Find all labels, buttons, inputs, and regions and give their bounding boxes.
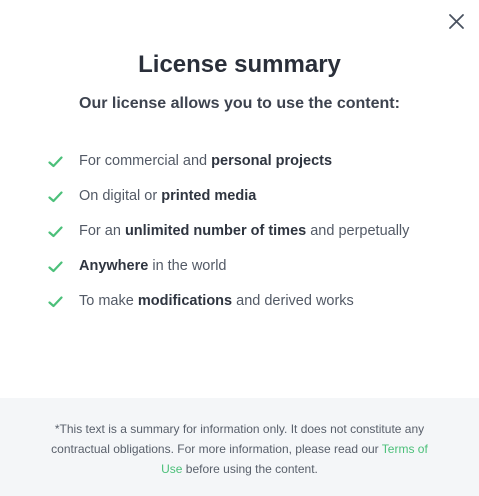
license-term-fragment: To make [79, 293, 138, 309]
license-term-emphasis: Anywhere [79, 258, 149, 274]
license-term-emphasis: printed media [161, 188, 257, 204]
license-term-emphasis: personal projects [211, 153, 333, 169]
license-term-item: To make modifications and derived works [48, 289, 458, 314]
license-term-text: Anywhere in the world [79, 254, 227, 279]
license-term-fragment: On digital or [79, 188, 162, 204]
license-term-item: Anywhere in the world [48, 254, 458, 279]
license-term-fragment: and perpetually [306, 223, 410, 239]
disclaimer-text: *This text is a summary for information … [51, 422, 425, 456]
close-button[interactable] [444, 10, 468, 34]
license-term-fragment: in the world [148, 258, 227, 274]
modal-title: License summary [138, 51, 341, 78]
disclaimer-text-end: before using the content. [182, 462, 318, 476]
license-term-fragment: For commercial and [79, 153, 212, 169]
checkmark-icon [48, 254, 66, 279]
license-terms-list: For commercial and personal projects On d… [48, 149, 458, 324]
disclaimer-footer: *This text is a summary for information … [0, 398, 479, 496]
license-term-item: For commercial and personal projects [48, 149, 458, 174]
license-term-item: On digital or printed media [48, 184, 458, 209]
license-term-emphasis: unlimited number of times [124, 223, 307, 239]
checkmark-icon [48, 184, 66, 209]
checkmark-icon [48, 289, 66, 314]
license-term-emphasis: modifications [137, 293, 233, 309]
license-term-item: For an unlimited number of times and per… [48, 219, 458, 244]
checkmark-icon [48, 149, 66, 174]
license-term-text: For an unlimited number of times and per… [79, 219, 409, 244]
license-term-fragment: and derived works [232, 293, 354, 309]
modal-subtitle: Our license allows you to use the conten… [79, 95, 400, 112]
checkmark-icon [48, 219, 66, 244]
license-term-text: To make modifications and derived works [79, 289, 354, 314]
license-summary-modal: License summary Our license allows you t… [0, 0, 479, 496]
license-term-text: On digital or printed media [79, 184, 256, 209]
license-term-text: For commercial and personal projects [79, 149, 332, 174]
license-term-fragment: For an [79, 223, 125, 239]
close-icon [449, 14, 464, 29]
